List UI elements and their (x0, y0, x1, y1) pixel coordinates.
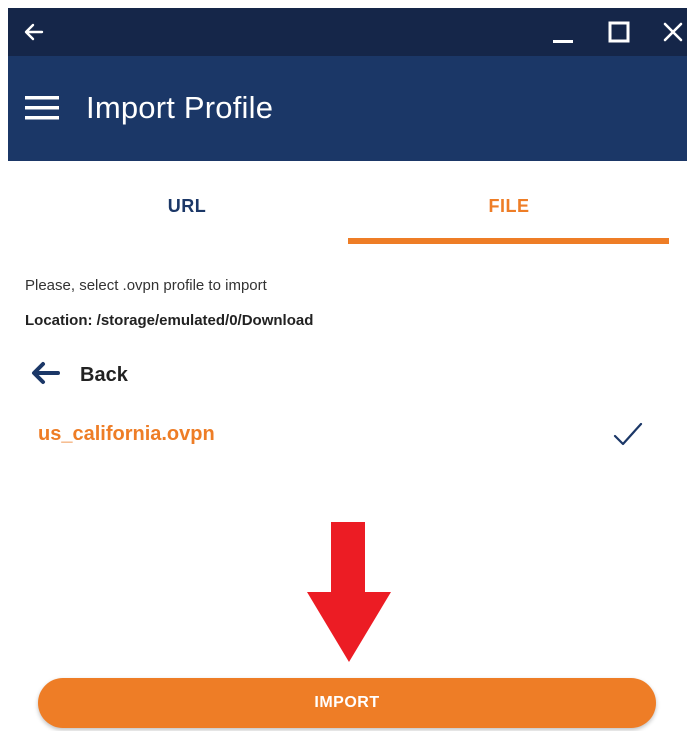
instruction-text: Please, select .ovpn profile to import (25, 277, 267, 294)
back-label: Back (80, 363, 128, 386)
app-bar: Import Profile (8, 56, 687, 161)
window-titlebar (8, 8, 687, 56)
maximize-icon[interactable] (604, 8, 634, 56)
check-icon (612, 420, 644, 448)
import-button[interactable]: IMPORT (38, 678, 656, 728)
red-down-arrow-icon (307, 522, 391, 662)
back-button[interactable]: Back (30, 360, 230, 390)
file-name: us_california.ovpn (38, 422, 215, 445)
tab-file[interactable]: FILE (348, 180, 670, 240)
arrow-left-icon[interactable] (22, 8, 46, 56)
location-path: Location: /storage/emulated/0/Download (25, 312, 314, 329)
list-item[interactable]: us_california.ovpn (38, 416, 658, 452)
arrow-left-icon (30, 361, 60, 390)
tab-url[interactable]: URL (26, 180, 348, 240)
page-title: Import Profile (86, 90, 274, 125)
hamburger-icon[interactable] (25, 94, 59, 122)
tab-indicator (348, 238, 669, 244)
close-icon[interactable] (658, 8, 687, 56)
minimize-icon[interactable] (548, 8, 578, 56)
